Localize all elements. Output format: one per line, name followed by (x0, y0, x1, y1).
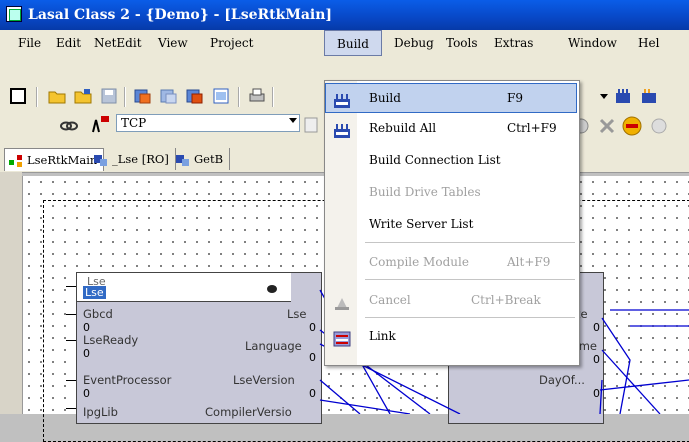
build-dropdown-menu: Build F9 Rebuild All Ctrl+F9 Build Conne… (324, 80, 580, 366)
menu-item-shortcut: Alt+F9 (507, 255, 551, 269)
menu-item-compile-module[interactable]: Compile Module Alt+F9 (325, 247, 577, 277)
menu-item-build-connection-list[interactable]: Build Connection List (325, 145, 577, 175)
class-view-icon[interactable] (160, 87, 178, 105)
app-icon[interactable] (6, 6, 22, 22)
menu-separator (365, 317, 575, 318)
menu-item-label: Cancel (369, 293, 411, 307)
menu-item-shortcut: Ctrl+Break (471, 293, 541, 307)
port-label: EventProcessor (83, 373, 172, 387)
menu-item-label: Link (369, 329, 396, 343)
eye-icon[interactable] (267, 285, 277, 293)
canvas-gutter (0, 172, 22, 414)
network-view-icon[interactable] (186, 87, 204, 105)
link-icon (333, 328, 351, 347)
pin-stub (66, 380, 76, 381)
class-tab-icon (94, 152, 108, 166)
port-label: CompilerVersio (205, 405, 292, 419)
module-lse[interactable]: Lse Lse Gbcd Lse 0 0 LseReady Language 0… (76, 272, 322, 424)
menu-file[interactable]: File (18, 30, 41, 56)
module-header: Lse Lse (77, 273, 291, 302)
toolbar-separator (124, 87, 126, 107)
menu-item-build[interactable]: Build F9 (325, 83, 577, 113)
menu-separator (365, 279, 575, 280)
port-value: 0 (83, 387, 90, 400)
port-label: LseVersion (233, 373, 295, 387)
pin-stub (66, 314, 76, 315)
menu-item-shortcut: F9 (507, 91, 523, 105)
menu-window[interactable]: Window (568, 30, 617, 56)
disabled-tool-icon[interactable] (650, 117, 668, 135)
menu-separator (365, 242, 575, 243)
port-value: 0 (83, 347, 90, 360)
toolbar-dropdown-arrow[interactable] (600, 88, 608, 104)
menu-extras[interactable]: Extras (494, 30, 533, 56)
tab-getb[interactable]: GetB (172, 148, 231, 170)
network-tab-icon (9, 153, 23, 167)
menu-view[interactable]: View (158, 30, 188, 56)
pin-stub (66, 286, 76, 287)
tab-lse-ro[interactable]: _Lse [RO] (90, 148, 176, 170)
layout-icon[interactable] (212, 87, 230, 105)
toolbar-separator (272, 87, 274, 107)
menu-project[interactable]: Project (210, 30, 253, 56)
port-label: LseReady (83, 333, 139, 347)
title-bar: Lasal Class 2 - {Demo} - [LseRtkMain] (0, 0, 689, 30)
window-title: Lasal Class 2 - {Demo} - [LseRtkMain] (28, 7, 333, 23)
print-icon[interactable] (248, 87, 266, 105)
port-label: IpgLib (83, 405, 118, 419)
connection-select[interactable]: TCP (116, 114, 300, 132)
toolbar-separator (238, 87, 240, 107)
menu-item-rebuild-all[interactable]: Rebuild All Ctrl+F9 (325, 113, 577, 143)
module-instance-name[interactable]: Lse (83, 286, 106, 299)
menu-item-link[interactable]: Link (325, 321, 577, 351)
menu-debug[interactable]: Debug (394, 30, 434, 56)
menu-edit[interactable]: Edit (56, 30, 81, 56)
chain-link-icon[interactable] (60, 117, 78, 135)
menu-build[interactable]: Build (324, 30, 382, 56)
menu-item-label: Build Connection List (369, 153, 501, 167)
toolbar-separator (36, 87, 38, 107)
build-icon[interactable] (614, 87, 632, 105)
stop-x-icon[interactable] (598, 117, 616, 135)
menu-item-label: Build Drive Tables (369, 185, 481, 199)
menu-item-label: Compile Module (369, 255, 469, 269)
menu-item-label: Rebuild All (369, 121, 437, 135)
menu-item-label: Write Server List (369, 217, 474, 231)
cancel-icon (333, 292, 351, 310)
port-label: Language (245, 339, 302, 353)
menu-item-write-server-list[interactable]: Write Server List (325, 209, 577, 239)
open-project-icon[interactable] (74, 87, 92, 105)
rwl-icon[interactable] (622, 116, 642, 136)
new-class-icon[interactable] (134, 87, 152, 105)
menu-item-cancel[interactable]: Cancel Ctrl+Break (325, 285, 577, 315)
menu-help[interactable]: Hel (638, 30, 659, 56)
rebuild-icon (333, 120, 351, 138)
port-label: Gbcd (83, 307, 113, 321)
class-tab-icon (176, 152, 190, 166)
pin-stub (66, 408, 76, 409)
menu-item-shortcut: Ctrl+F9 (507, 121, 557, 135)
menu-netedit[interactable]: NetEdit (94, 30, 142, 56)
online-connect-icon[interactable] (90, 114, 109, 133)
save-icon[interactable] (100, 87, 118, 105)
menu-item-label: Build (369, 91, 401, 105)
build-icon (333, 90, 351, 108)
menu-item-build-drive-tables[interactable]: Build Drive Tables (325, 177, 577, 207)
rebuild-icon[interactable] (640, 87, 658, 105)
pin-stub (66, 340, 76, 341)
new-window-icon[interactable] (10, 88, 26, 104)
menu-tools[interactable]: Tools (446, 30, 478, 56)
open-folder-icon[interactable] (48, 87, 66, 105)
settings-page-icon[interactable] (302, 116, 320, 134)
